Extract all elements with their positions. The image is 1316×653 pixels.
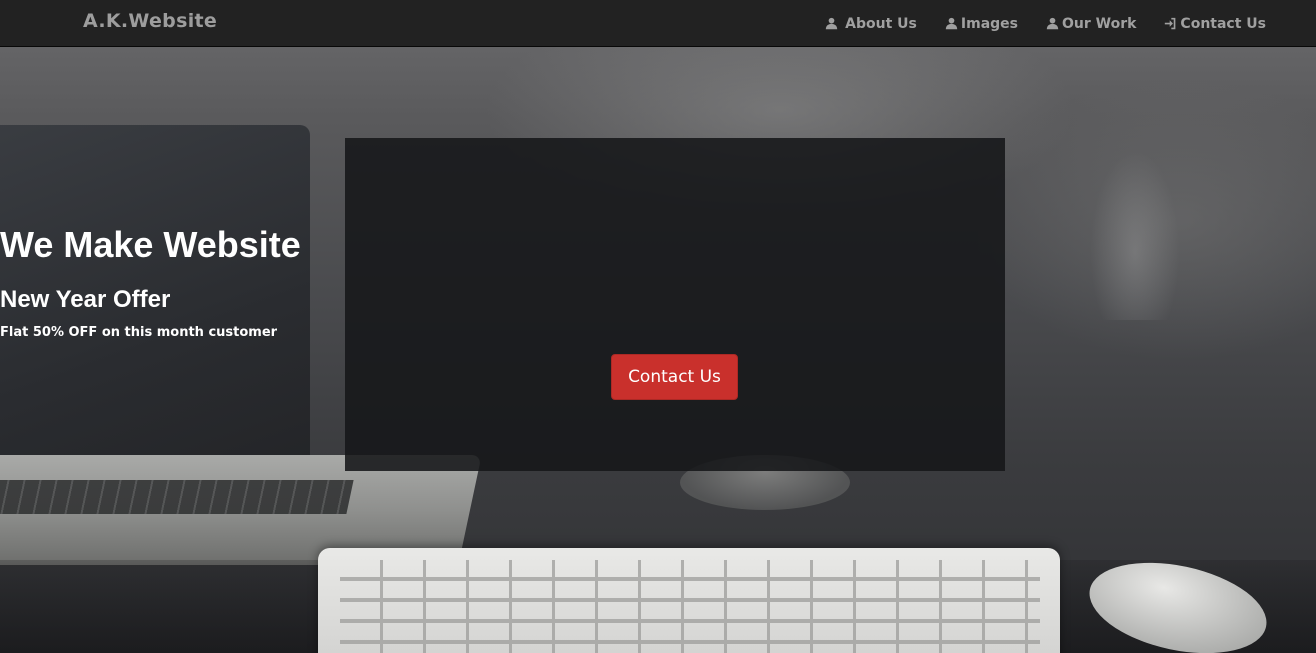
nav-item-label: Images	[960, 15, 1018, 32]
nav-item-about-us[interactable]: About Us	[811, 0, 931, 47]
hero-offer-text: Flat 50% OFF on this month customer	[0, 325, 278, 340]
nav-item-label: About Us	[845, 15, 917, 32]
hero-title: We Make Website	[0, 224, 301, 265]
user-icon	[825, 17, 838, 30]
brand-logo[interactable]: A.K.Website	[83, 10, 217, 32]
hero-subtitle: New Year Offer	[0, 286, 171, 313]
log-in-icon	[1165, 17, 1176, 30]
nav-item-label: Our Work	[1061, 15, 1137, 32]
nav-menu: About Us Images Our Work Contact Us	[811, 0, 1280, 47]
contact-us-button[interactable]: Contact Us	[611, 354, 738, 400]
nav-item-contact-us[interactable]: Contact Us	[1150, 0, 1280, 47]
user-icon	[945, 17, 958, 30]
navbar: A.K.Website About Us Images Our Work Con…	[0, 0, 1316, 47]
keyboard-keys	[340, 560, 1040, 653]
nav-item-our-work[interactable]: Our Work	[1032, 0, 1150, 47]
nav-item-label: Contact Us	[1180, 15, 1266, 32]
nav-item-images[interactable]: Images	[931, 0, 1032, 47]
user-icon	[1046, 17, 1059, 30]
laptop-keyboard	[0, 480, 354, 514]
